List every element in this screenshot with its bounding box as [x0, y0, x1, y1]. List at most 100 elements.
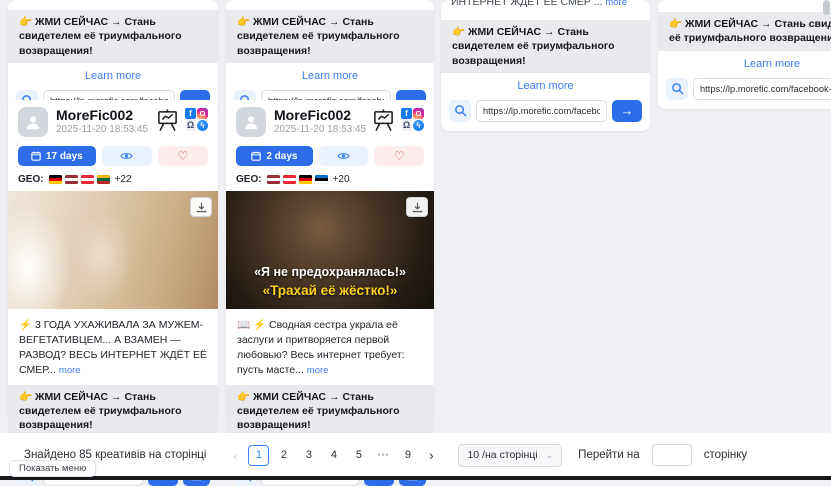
search-button[interactable]: [449, 100, 471, 122]
open-url-button[interactable]: →: [612, 100, 642, 122]
geo-flags: [267, 175, 328, 184]
analytics-icon[interactable]: [156, 109, 179, 131]
column-2: ИНТЕРНЕТ ЖДЁТ ЕЁ СМЕР ... more 👉 ЖМИ СЕЙ…: [226, 0, 434, 121]
page-5-button[interactable]: 5: [348, 445, 369, 466]
favorite-button[interactable]: ♡: [374, 146, 424, 166]
pagination-bar: Знайдено 85 креативів на сторінці ‹ 1 2 …: [0, 433, 831, 477]
url-row: [658, 76, 831, 100]
avatar: [236, 107, 266, 137]
learn-more-link[interactable]: Learn more: [658, 58, 831, 70]
learn-more-link[interactable]: Learn more: [441, 80, 650, 92]
landing-url-input[interactable]: [476, 100, 607, 122]
more-link[interactable]: more: [172, 0, 194, 1]
profile-row: MoreFic002 2025-11-20 18:53:45 f Ω ϟ: [8, 100, 218, 137]
clipped-text: ИНТЕРНЕТ ЖДЁТ ЕЁ СМЕР ... more: [451, 0, 640, 10]
next-page-button[interactable]: ›: [422, 448, 440, 463]
views-button[interactable]: [319, 146, 369, 166]
page-9-button[interactable]: 9: [397, 445, 418, 466]
ellipsis-icon[interactable]: •••: [373, 450, 393, 460]
page-2-button[interactable]: 2: [273, 445, 294, 466]
flag-austria-icon: [81, 175, 94, 184]
learn-more-link[interactable]: Learn more: [226, 70, 434, 82]
search-button[interactable]: [666, 78, 688, 100]
creative-image-wedding[interactable]: [8, 191, 218, 309]
facebook-icon: f: [185, 108, 196, 119]
learn-more-link[interactable]: Learn more: [8, 70, 218, 82]
more-link[interactable]: more: [307, 365, 329, 376]
profile-name: MoreFic002: [56, 107, 156, 123]
ad-description: ⚡ 3 ГОДА УХАЖИВАЛА ЗА МУЖЕМ-ВЕГЕТАТИВЦЕМ…: [8, 309, 218, 378]
download-icon: [412, 202, 423, 213]
clipped-text: ИНТЕРНЕТ ЖДЁТ ЕЁ СМЕР ... more: [668, 0, 831, 2]
ad-card-partial: ИНТЕРНЕТ ЖДЁТ ЕЁ СМЕР ... more 👉 ЖМИ СЕЙ…: [658, 0, 831, 109]
search-icon: [454, 104, 467, 117]
download-icon: [196, 202, 207, 213]
creative-image-dark[interactable]: «Я не предохранялась!» «Трахай её жёстко…: [226, 191, 434, 309]
analytics-icon[interactable]: [372, 109, 395, 131]
avatar: [18, 107, 48, 137]
show-menu-button[interactable]: Показать меню: [9, 460, 96, 477]
eye-icon: [337, 151, 350, 161]
geo-more-count: +20: [333, 174, 350, 185]
geo-more-count: +22: [115, 174, 132, 185]
arrow-right-icon: →: [621, 104, 634, 117]
ad-card-partial: ИНТЕРНЕТ ЖДЁТ ЕЁ СМЕР ... more 👉 ЖМИ СЕЙ…: [441, 0, 650, 131]
facebook-icon: f: [401, 108, 412, 119]
more-link[interactable]: more: [390, 0, 412, 1]
goto-page-label: Перейти на: [578, 449, 640, 461]
ad-headline: 👉 ЖМИ СЕЙЧАС → Стань свидетелем её триум…: [8, 385, 218, 438]
profile-row: MoreFic002 2025-11-20 18:53:45 f Ω ϟ: [226, 100, 434, 137]
clipped-text: ИНТЕРНЕТ ЖДЁТ ЕЁ СМЕР ... more: [236, 0, 424, 3]
profile-meta: MoreFic002 2025-11-20 18:53:45: [274, 107, 372, 135]
days-active-button[interactable]: 17 days: [18, 146, 96, 166]
image-overlay-text: «Я не предохранялась!»: [226, 265, 434, 279]
page-1-button[interactable]: 1: [248, 445, 269, 466]
column-3: ИНТЕРНЕТ ЖДЁТ ЕЁ СМЕР ... more 👉 ЖМИ СЕЙ…: [441, 0, 650, 131]
audience-network-icon: Ω: [185, 120, 196, 131]
download-image-button[interactable]: [190, 197, 212, 217]
search-icon: [671, 82, 684, 95]
bottom-bar: [0, 476, 831, 480]
more-link[interactable]: more: [59, 365, 81, 376]
prev-page-button[interactable]: ‹: [226, 448, 244, 463]
profile-meta: MoreFic002 2025-11-20 18:53:45: [56, 107, 156, 135]
geo-label: GEO:: [18, 174, 44, 185]
column-1: ИНТЕРНЕТ ЖДЁТ ЕЁ СМЕР ... more 👉 ЖМИ СЕЙ…: [8, 0, 218, 121]
heart-icon: ♡: [394, 150, 405, 162]
ad-description: 📖 ⚡ Сводная сестра украла её заслуги и п…: [226, 309, 434, 378]
flag-germany-icon: [299, 175, 312, 184]
ad-headline: 👉 ЖМИ СЕЙЧАС → Стань свидетелем её триум…: [658, 12, 831, 51]
instagram-icon: [197, 108, 208, 119]
download-image-button[interactable]: [406, 197, 428, 217]
page-4-button[interactable]: 4: [323, 445, 344, 466]
views-button[interactable]: [102, 146, 152, 166]
page-3-button[interactable]: 3: [298, 445, 319, 466]
person-icon: [24, 113, 42, 131]
url-row: →: [441, 98, 650, 122]
geo-row: GEO: +20: [226, 166, 434, 185]
page-size-select[interactable]: 10 /на сторінці ⌄: [458, 444, 562, 467]
placements: f Ω ϟ: [185, 108, 208, 131]
scrollbar-thumb[interactable]: [823, 0, 830, 15]
messenger-icon: ϟ: [197, 120, 208, 131]
flag-austria-icon: [283, 175, 296, 184]
days-active-button[interactable]: 2 days: [236, 146, 313, 166]
flag-latvia-icon: [267, 175, 280, 184]
landing-url-input[interactable]: [693, 78, 831, 100]
ad-headline: 👉 ЖМИ СЕЙЧАС → Стань свидетелем её триум…: [441, 20, 650, 73]
ad-headline: 👉 ЖМИ СЕЙЧАС → Стань свидетелем её триум…: [226, 10, 434, 63]
flag-germany-icon: [49, 175, 62, 184]
goto-page-input[interactable]: [652, 444, 692, 466]
calendar-icon: [251, 151, 261, 161]
geo-label: GEO:: [236, 174, 262, 185]
more-link[interactable]: more: [605, 0, 627, 8]
person-icon: [242, 113, 260, 131]
column-4: ИНТЕРНЕТ ЖДЁТ ЕЁ СМЕР ... more 👉 ЖМИ СЕЙ…: [658, 0, 831, 109]
actions-row: 17 days ♡: [8, 137, 218, 166]
favorite-button[interactable]: ♡: [158, 146, 208, 166]
instagram-icon: [413, 108, 424, 119]
creative-card: MoreFic002 2025-11-20 18:53:45 f Ω ϟ 17 …: [8, 100, 218, 424]
eye-icon: [120, 151, 133, 161]
chevron-down-icon: ⌄: [546, 450, 554, 461]
messenger-icon: ϟ: [413, 120, 424, 131]
